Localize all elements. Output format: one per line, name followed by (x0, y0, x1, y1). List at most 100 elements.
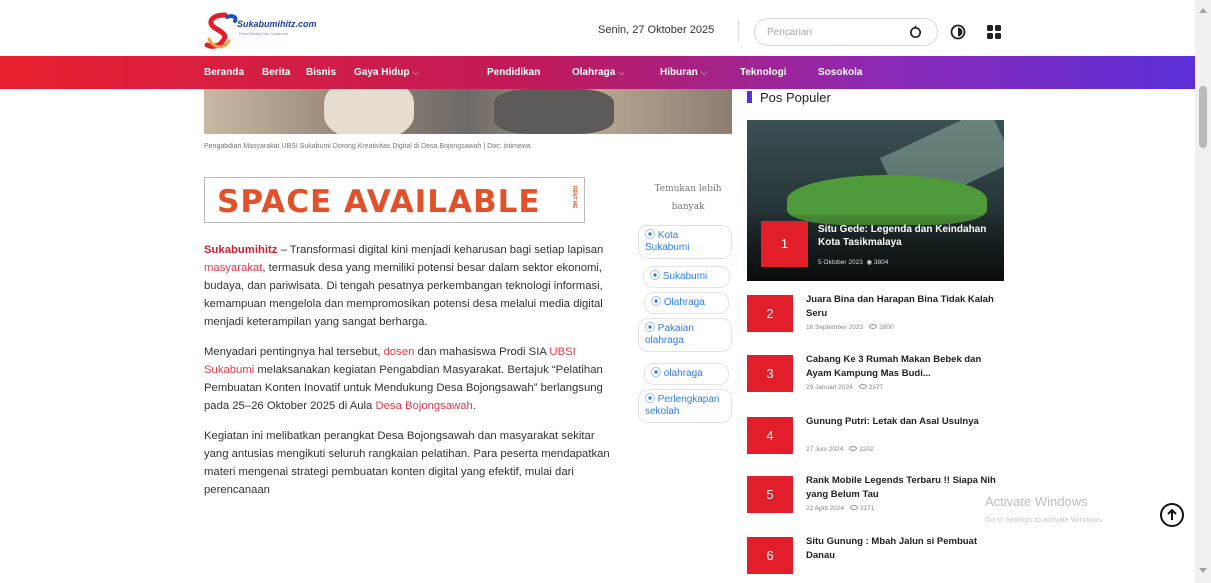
activation-watermark-title: Activate Windows (985, 494, 1088, 509)
tag-label: Kota Sukabumi (645, 230, 690, 253)
tag-chip[interactable]: ⦿ olahraga (644, 363, 729, 385)
popular-post-item[interactable]: 4 Gunung Putri: Letak dan Asal Usulnya 2… (747, 415, 1007, 465)
post-date: 16 September 2023 (806, 324, 864, 331)
ad-side-text: RENT ME (571, 186, 577, 209)
inline-link[interactable]: Desa Bojongsawah (375, 400, 472, 412)
paragraph-text: dan mahasiswa Prodi SIA (414, 346, 550, 358)
post-date: 29 Januari 2024 (806, 384, 853, 391)
article-paragraph: Sukabumihitz – Transformasi digital kini… (204, 241, 619, 331)
eye-icon (869, 324, 878, 329)
paragraph-text: , termasuk desa yang memiliki potensi be… (204, 262, 603, 328)
eye-icon (849, 505, 858, 510)
post-views: 2377 (868, 384, 884, 391)
paragraph-text: – Transformasi digital kini menjadi keha… (277, 244, 604, 256)
post-date: 27 Juni 2024 (806, 446, 844, 453)
tag-label: Sukabumi (662, 271, 708, 282)
heading-accent-bar (747, 91, 752, 103)
chevron-down-icon: ⌵ (618, 67, 626, 77)
tag-label: Olahraga (663, 297, 705, 308)
post-title[interactable]: Gunung Putri: Letak dan Asal Usulnya (806, 415, 1006, 429)
eye-icon: ◉ (866, 259, 873, 266)
hero-image-detail (324, 89, 414, 134)
post-date: 5 Oktober 2023 (818, 259, 863, 266)
scroll-down-arrow-icon[interactable] (1199, 568, 1207, 573)
eye-icon (858, 384, 867, 389)
post-meta: 16 September 2023 3800 (806, 324, 894, 331)
rank-badge: 1 (761, 221, 808, 267)
nav-item-gaya-hidup[interactable]: Gaya Hidup ⌵ (354, 67, 419, 78)
post-meta: 5 Oktober 2023 ◉ 3804 (818, 258, 888, 266)
brand-name: Sukabumihitz (204, 244, 278, 256)
popular-post-item[interactable]: 2 Juara Bina dan Harapan Bina Tidak Kala… (747, 293, 1007, 343)
article-paragraph: Menyadari pentingnya hal tersebut, dosen… (204, 343, 619, 415)
post-views: 3800 (879, 324, 894, 331)
search-box[interactable] (754, 18, 938, 46)
nav-item-olahraga[interactable]: Olahraga ⌵ (572, 67, 625, 78)
chevron-down-icon: ⌵ (412, 67, 420, 77)
article-paragraph: Kegiatan ini melibatkan perangkat Desa B… (204, 430, 610, 496)
tag-chip[interactable]: ⦿ Olahraga (644, 292, 729, 314)
paragraph-text: . (472, 400, 476, 412)
inline-link[interactable]: dosen (384, 346, 415, 358)
nav-item-pendidikan[interactable]: Pendidikan (487, 67, 540, 78)
ad-text: SPACE AVAILABLE (217, 184, 541, 220)
search-icon[interactable] (908, 25, 923, 40)
tag-chip[interactable]: ⦿ Sukabumi (643, 266, 730, 288)
popular-post-item[interactable]: 5 Rank Mobile Legends Terbaru !! Siapa N… (747, 474, 1007, 524)
logo-tagline: Read Berita Viral Sukabumi (239, 31, 289, 36)
post-views: 3804 (873, 259, 889, 266)
nav-item-hiburan[interactable]: Hiburan ⌵ (660, 67, 708, 78)
theme-toggle-icon[interactable] (950, 24, 966, 40)
popular-post-item[interactable]: 3 Cabang Ke 3 Rumah Makan Bebek dan Ayam… (747, 353, 1007, 403)
rank-badge: 6 (747, 537, 793, 574)
post-title[interactable]: Juara Bina dan Harapan Bina Tidak Kalah … (806, 293, 1006, 321)
main-nav: Beranda Berita Bisnis Gaya Hidup ⌵ Pendid… (0, 56, 1195, 89)
post-views: 2202 (859, 446, 874, 453)
nav-item-sosokola[interactable]: Sosokola (818, 67, 862, 78)
search-input[interactable] (767, 24, 897, 40)
tag-label: Pakaian olahraga (645, 323, 694, 346)
back-to-top-button[interactable] (1160, 503, 1184, 527)
scrollbar-thumb[interactable] (1199, 86, 1207, 148)
tag-label: Perlengkapan sekolah (645, 394, 720, 417)
rank-badge: 4 (747, 417, 793, 454)
nav-item-bisnis[interactable]: Bisnis (306, 67, 336, 78)
site-header: Sukabumihitz.com Read Berita Viral Sukab… (0, 0, 1195, 56)
post-views: 2171 (859, 505, 875, 512)
post-meta: 29 Januari 2024 2377 (806, 384, 883, 391)
arrow-up-icon (1167, 508, 1177, 520)
image-caption: Pengabdian Masyarakat UBSI Sukabumi Doro… (204, 143, 531, 150)
popular-post-item[interactable]: 6 Situ Gunung : Mbah Jalun si Pembuat Da… (747, 535, 1007, 583)
post-title[interactable]: Situ Gunung : Mbah Jalun si Pembuat Dana… (806, 535, 1006, 563)
featured-popular-post[interactable]: 1 Situ Gede: Legenda dan Keindahan Kota … (747, 120, 1004, 281)
post-title[interactable]: Situ Gede: Legenda dan Keindahan Kota Ta… (818, 223, 998, 249)
rank-badge: 5 (747, 476, 793, 513)
page-scrollbar[interactable] (1195, 0, 1211, 583)
hero-image-detail (494, 89, 614, 134)
tag-chip[interactable]: ⦿ Kota Sukabumi (638, 225, 732, 259)
rank-badge: 2 (747, 295, 793, 332)
post-meta: 27 Juni 2024 2202 (806, 446, 874, 453)
nav-item-teknologi[interactable]: Teknologi (740, 67, 786, 78)
post-meta: 22 April 2024 2171 (806, 505, 874, 512)
paragraph-text: Menyadari pentingnya hal tersebut, (204, 346, 384, 358)
post-title[interactable]: Rank Mobile Legends Terbaru !! Siapa Nih… (806, 474, 1006, 502)
related-tags-heading: Temukan lebih banyak (654, 184, 722, 212)
article-body: Sukabumihitz – Transformasi digital kini… (204, 241, 619, 511)
scroll-up-arrow-icon[interactable] (1199, 8, 1207, 13)
tag-chip[interactable]: ⦿ Perlengkapan sekolah (638, 389, 732, 423)
ad-banner[interactable]: SPACE AVAILABLE RENT ME (204, 177, 585, 223)
inline-link[interactable]: masyarakat (204, 262, 262, 274)
grid-menu-icon[interactable] (986, 24, 1002, 40)
site-logo[interactable]: Sukabumihitz.com Read Berita Viral Sukab… (203, 9, 343, 51)
current-date: Senin, 27 Oktober 2025 (598, 24, 715, 36)
logo-mark-icon (204, 12, 238, 49)
tag-chip[interactable]: ⦿ Pakaian olahraga (638, 318, 732, 352)
nav-item-beranda[interactable]: Beranda (204, 67, 244, 78)
tag-label: olahraga (663, 368, 703, 379)
rank-badge: 3 (747, 355, 793, 392)
header-divider (738, 20, 739, 42)
post-title[interactable]: Cabang Ke 3 Rumah Makan Bebek dan Ayam K… (806, 353, 1006, 381)
logo-text: Sukabumihitz.com (237, 19, 317, 29)
nav-item-berita[interactable]: Berita (262, 67, 290, 78)
